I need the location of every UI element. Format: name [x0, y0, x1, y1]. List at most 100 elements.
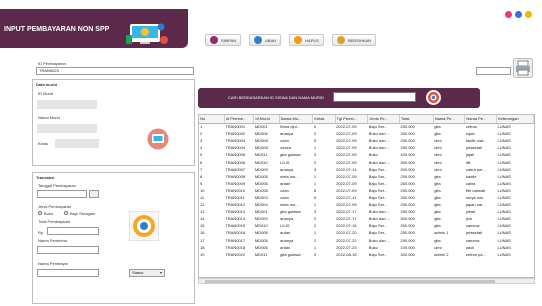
tanggal-field[interactable] — [37, 190, 87, 198]
student-search-icon[interactable] — [147, 128, 169, 150]
payment-form: ID Pembayaran TRAN0023 Data murid ID Mur… — [32, 60, 195, 304]
kelas-field[interactable] — [55, 139, 99, 148]
scrollbar-thumb[interactable] — [205, 280, 495, 283]
table-cell: 2022-07-20 — [336, 230, 357, 236]
nama-murid-field[interactable] — [37, 124, 97, 133]
total-field[interactable] — [47, 227, 99, 235]
table-cell: 2 — [200, 131, 203, 137]
clear-button-label: BERSIHKAN — [347, 37, 372, 43]
radio-baju-seragam[interactable] — [64, 211, 68, 215]
minimize-icon[interactable] — [505, 11, 512, 18]
table-cell: 6 — [313, 187, 317, 193]
pembayar-field[interactable] — [37, 269, 99, 277]
search-icon[interactable] — [426, 90, 441, 105]
table-cell: TRAN0022 — [225, 251, 246, 257]
table-cell: 2022-07-09 — [336, 180, 357, 186]
status-dropdown[interactable]: Status ▾ — [129, 269, 165, 277]
table-cell: TRAN0006 — [225, 159, 246, 165]
delete-icon — [294, 36, 303, 44]
table-cell: 2022-07-09 — [336, 159, 357, 165]
table-cell: TRAN0015 — [225, 223, 246, 229]
penerima-field[interactable] — [37, 246, 99, 254]
horizontal-scrollbar[interactable] — [198, 278, 535, 284]
table-cell: ozan — [280, 138, 289, 144]
table-row[interactable]: 19 TRAN0022 MD011 gita gutawa 3 2022-08-18 Baj… — [199, 251, 534, 258]
table-row[interactable]: 1 TRAN0001 MD001 Bima djul... 0 2022-07-09 Baj… — [199, 123, 534, 130]
table-cell: 14 — [200, 216, 205, 222]
table-row[interactable]: 13 TRAN0013 MD001 gita gutawa 3 2022-07-17 Buk… — [199, 208, 534, 215]
payment-target-icon[interactable] — [129, 211, 159, 241]
table-cell: Buku dan ... — [368, 138, 391, 144]
table-row[interactable]: 3 TRAN0003 MD008 ozan 5 2022-07-09 Buku dan ..… — [199, 137, 534, 144]
column-header[interactable]: Id Murid — [253, 115, 280, 124]
table-row[interactable]: 11 TRAN0011 MD003 ozan 5 2022-07-11 Baju Ser..… — [199, 194, 534, 201]
column-header[interactable]: Total — [399, 115, 434, 124]
table-cell: TRAN0011 — [225, 194, 245, 200]
id-murid-label: ID Murid — [38, 91, 54, 96]
id-murid-field[interactable] — [37, 100, 97, 109]
table-cell: 250.000 — [400, 194, 415, 200]
table-row[interactable]: 6 TRAN0006 MD010 LILIS 2 2022-07-09 Buku dan .… — [199, 158, 534, 165]
table-cell: gita — [434, 131, 441, 137]
table-row[interactable]: 17 TRAN0017 MD005 ananya 2 2022-07-22 Buku dan… — [199, 237, 534, 244]
jenis-label: Jenis Pembayaran — [38, 204, 72, 209]
table-cell: surya nos — [465, 194, 484, 200]
table-cell: 250.000 — [400, 173, 415, 179]
table-cell: ulmi — [434, 166, 442, 172]
table-row[interactable]: 4 TRAN0004 MD008 oesza 1 2022-07-09 Buku dan .… — [199, 144, 534, 151]
delete-button[interactable]: HAPUS — [289, 34, 324, 46]
radio-buku[interactable] — [38, 211, 42, 215]
edit-button[interactable]: UBAH — [249, 34, 282, 46]
table-row[interactable]: 16 TRAN0016 MD008 ardan 1 2022-07-20 Baju Ser.… — [199, 229, 534, 236]
table-cell: 2 — [313, 237, 317, 243]
table-row[interactable]: 5 TRAN0005 MD011 gita gutawa 3 2022-07-09 Buku… — [199, 151, 534, 158]
table-cell: gita gutawa — [280, 209, 301, 215]
column-header[interactable]: Kelas — [312, 115, 336, 124]
table-row[interactable]: 7 TRAN0007 MD009 ananya 3 2022-07-14 Baju Ser.… — [199, 166, 534, 173]
table-row[interactable]: 18 TRAN0018 MD006 ardan 1 2022-07-23 Buku 100.0… — [199, 244, 534, 251]
table-cell: 18 — [200, 244, 205, 250]
total-label: Total Pembayaran — [38, 219, 71, 224]
table-cell: 17 — [200, 237, 205, 243]
table-cell: TRAN0004 — [225, 145, 246, 151]
table-row[interactable]: 14 TRAN0014 MD009 ananya 2 2022-07-17 Buku dan… — [199, 215, 534, 222]
column-header[interactable]: Id Pembe.. — [224, 115, 255, 124]
id-pembayaran-field[interactable]: TRAN0023 — [36, 67, 194, 75]
table-cell: 15 — [200, 223, 205, 229]
table-cell: 3 — [313, 152, 317, 158]
table-cell: fitri rahwati — [465, 187, 486, 193]
right-top-field[interactable] — [476, 67, 511, 75]
print-icon[interactable] — [513, 58, 533, 78]
column-header[interactable]: Keterangan — [496, 115, 534, 124]
table-cell: MD009 — [254, 216, 268, 222]
table-cell: 2022-07-09 — [336, 202, 357, 208]
column-header[interactable]: No — [199, 115, 225, 124]
table-row[interactable]: 12 TRAN0012 MD004 sinta nur... 1 2022-07-09 Ba… — [199, 201, 534, 208]
search-bar: CARI BERDASARKAN ID SISWA DAN NAMA MURID — [198, 88, 480, 108]
table-row[interactable]: 2 TRAN0002 MD006 ananya 2 2022-07-09 Buku dan … — [199, 130, 534, 137]
table-row[interactable]: 10 TRAN0010 MD008 ozan 6 2022-07-09 Baju Ser..… — [199, 187, 534, 194]
save-button[interactable]: SIMPAN — [205, 34, 242, 46]
nama-murid-label: Nama Murid — [38, 115, 60, 120]
column-header[interactable]: Jenis Pe... — [367, 115, 400, 124]
table-cell: MD003 — [254, 194, 268, 200]
calendar-icon[interactable] — [89, 190, 99, 198]
column-header[interactable]: Nama Pe... — [464, 115, 497, 124]
table-cell: MD010 — [254, 159, 268, 165]
table-row[interactable]: 15 TRAN0015 MD010 LILIS 2 2022-07-16 Baju Ser.… — [199, 222, 534, 229]
table-cell: 0 — [313, 124, 317, 130]
table-cell: 250.000 — [400, 230, 415, 236]
column-header[interactable]: Nama Pe... — [433, 115, 466, 124]
settings-icon[interactable] — [515, 11, 522, 18]
search-input[interactable] — [333, 92, 416, 102]
clear-button[interactable]: BERSIHKAN — [331, 34, 377, 46]
table-cell: LUNAS — [497, 194, 511, 200]
close-icon[interactable] — [525, 11, 532, 18]
table-row[interactable]: 8 TRAN0008 MD005 sinta nur... 1 2022-07-09 Baj… — [199, 173, 534, 180]
column-header[interactable]: Tgl Pemb... — [335, 115, 369, 124]
kelas-label: Kelas — [38, 141, 49, 146]
table-row[interactable]: 9 TRAN0009 MD006 ardan 1 2022-07-09 Baju Ser..… — [199, 180, 534, 187]
table-cell: MD006 — [254, 244, 268, 250]
table-cell: LUNAS — [497, 223, 511, 229]
column-header[interactable]: Nama Mu... — [279, 115, 314, 124]
